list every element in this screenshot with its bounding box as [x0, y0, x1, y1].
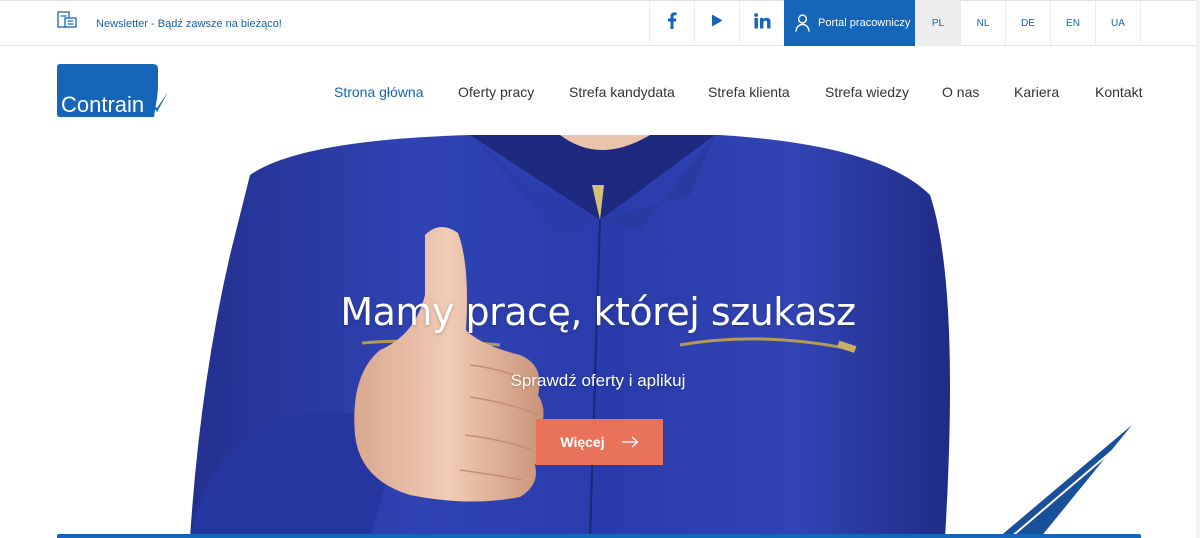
portal-button[interactable]: Portal pracowniczy [784, 0, 915, 46]
logo[interactable]: Contrain [57, 64, 169, 118]
newsletter-icon [57, 11, 77, 29]
nav-about[interactable]: O nas [942, 84, 979, 100]
scrollbar[interactable] [1196, 0, 1200, 538]
arrow-right-icon [621, 436, 639, 448]
lang-ua[interactable]: UA [1095, 0, 1140, 46]
hero-title: Mamy pracę, której szukasz [340, 290, 856, 334]
divider [1140, 0, 1141, 46]
hero-bottom-bar [57, 534, 1141, 538]
linkedin-icon [753, 12, 771, 34]
portal-label: Portal pracowniczy [818, 17, 911, 29]
linkedin-link[interactable] [739, 0, 784, 46]
nav-knowledge-zone[interactable]: Strefa wiedzy [825, 84, 909, 100]
hero-subtitle: Sprawdź oferty i aplikuj [510, 371, 686, 390]
hero-image [190, 135, 1132, 538]
lang-en[interactable]: EN [1050, 0, 1095, 46]
youtube-link[interactable] [694, 0, 739, 46]
lang-nl[interactable]: NL [960, 0, 1005, 46]
lang-de[interactable]: DE [1005, 0, 1050, 46]
facebook-icon [667, 12, 677, 34]
nav-candidate-zone[interactable]: Strefa kandydata [569, 84, 675, 100]
user-icon [795, 14, 810, 32]
top-bar: Newsletter - Bądź zawsze na bieżąco! Por… [0, 0, 1200, 46]
nav-home[interactable]: Strona główna [334, 84, 424, 100]
nav-client-zone[interactable]: Strefa klienta [708, 84, 790, 100]
nav-job-offers[interactable]: Oferty pracy [458, 84, 534, 100]
logo-text: Contrain [61, 92, 144, 117]
hero-banner: Mamy pracę, której szukasz Sprawdź ofert… [0, 135, 1196, 538]
more-button[interactable]: Więcej [536, 419, 663, 465]
page: Newsletter - Bądź zawsze na bieżąco! Por… [0, 0, 1200, 538]
newsletter-label: Newsletter - Bądź zawsze na bieżąco! [96, 18, 282, 30]
youtube-icon [711, 14, 723, 32]
nav-career[interactable]: Kariera [1014, 84, 1059, 100]
more-button-label: Więcej [560, 434, 605, 450]
nav-contact[interactable]: Kontakt [1095, 84, 1142, 100]
lang-pl[interactable]: PL [915, 0, 960, 46]
newsletter-link[interactable]: Newsletter - Bądź zawsze na bieżąco! [57, 11, 282, 30]
facebook-link[interactable] [649, 0, 694, 46]
